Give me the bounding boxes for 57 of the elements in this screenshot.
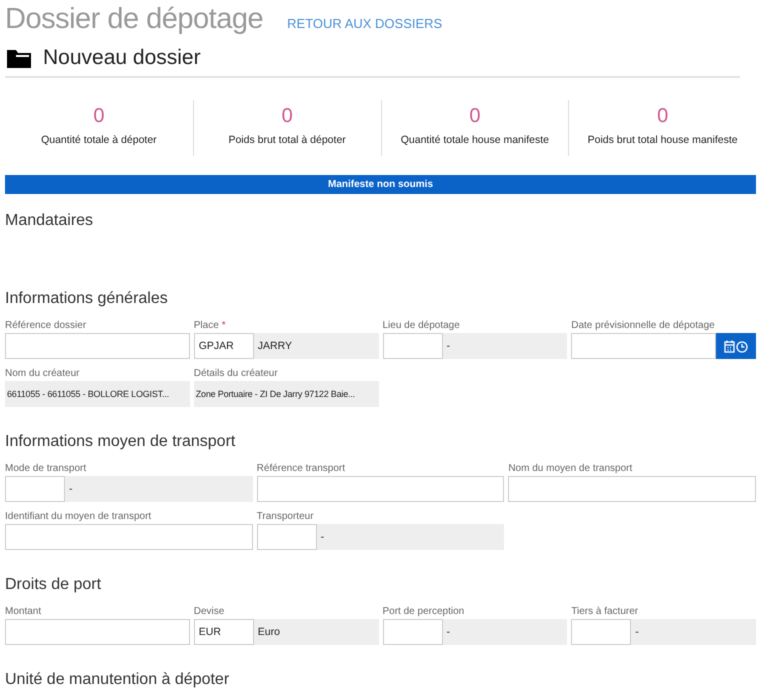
input-field[interactable] <box>5 524 253 550</box>
field-label: Identifiant du moyen de transport <box>5 511 152 522</box>
stat-value: 0 <box>280 104 294 128</box>
input-field[interactable] <box>508 476 756 502</box>
readonly-field: Zone Portuaire - ZI De Jarry 97122 Baie... <box>194 381 378 407</box>
field-label: Devise <box>194 606 224 617</box>
section-title: Mandataires <box>5 211 94 231</box>
calendar-clock-icon <box>724 340 748 352</box>
field-label: Transporteur <box>256 511 314 522</box>
field-label: Mode de transport <box>5 463 86 474</box>
field-label: Nom du moyen de transport <box>508 463 632 474</box>
code-input[interactable] <box>571 619 632 645</box>
code-description: - <box>68 482 72 497</box>
code-input[interactable]: GPJAR <box>194 333 254 359</box>
code-input[interactable] <box>382 333 442 359</box>
stat-value: 0 <box>92 104 106 128</box>
field-label: Place <box>194 320 219 331</box>
field-label: Lieu de dépotage <box>382 320 460 331</box>
stat-label: Poids brut total à dépoter <box>227 134 347 146</box>
page-title: Dossier de dépotage <box>5 2 264 37</box>
code-description: JARRY <box>256 339 292 354</box>
date-picker-button[interactable] <box>716 333 756 359</box>
date-field[interactable] <box>571 333 716 359</box>
field-label: Date prévisionnelle de dépotage <box>571 320 715 331</box>
field-label: Nom du créateur <box>5 368 80 379</box>
section-title: Informations moyen de transport <box>5 432 236 452</box>
field-label: Port de perception <box>382 606 464 617</box>
field-label: Référence dossier <box>5 320 86 331</box>
record-title: Nouveau dossier <box>43 45 201 71</box>
section-title: Unité de manutention à dépoter <box>5 670 230 690</box>
input-field[interactable] <box>5 333 190 359</box>
code-description: - <box>446 625 450 640</box>
code-description: Euro <box>256 625 280 640</box>
section-title: Informations générales <box>5 289 169 309</box>
readonly-field: 6611055 - 6611055 - BOLLORE LOGIST... <box>5 381 190 407</box>
status-banner: Manifeste non soumis <box>5 175 756 194</box>
stat-value: 0 <box>656 104 670 128</box>
field-label: Montant <box>5 606 42 617</box>
code-input[interactable]: EUR <box>194 619 254 645</box>
code-input[interactable] <box>382 619 442 645</box>
code-input[interactable] <box>5 476 65 502</box>
stat-label: Quantité totale house manifeste <box>400 134 550 146</box>
code-description: - <box>634 625 639 640</box>
code-description: - <box>446 339 450 354</box>
input-field[interactable] <box>256 476 504 502</box>
code-description: - <box>320 530 324 545</box>
field-label: Référence transport <box>256 463 346 474</box>
section-title: Droits de port <box>5 575 102 595</box>
field-label: Détails du créateur <box>194 368 278 379</box>
input-field[interactable] <box>5 619 190 645</box>
required-mark: * <box>222 320 226 331</box>
folder-icon <box>7 48 31 68</box>
stat-value: 0 <box>468 104 482 128</box>
field-label: Tiers à facturer <box>571 606 638 617</box>
stat-label: Poids brut total house manifeste <box>586 134 739 146</box>
code-input[interactable] <box>256 524 317 550</box>
stat-label: Quantité totale à dépoter <box>40 134 158 146</box>
